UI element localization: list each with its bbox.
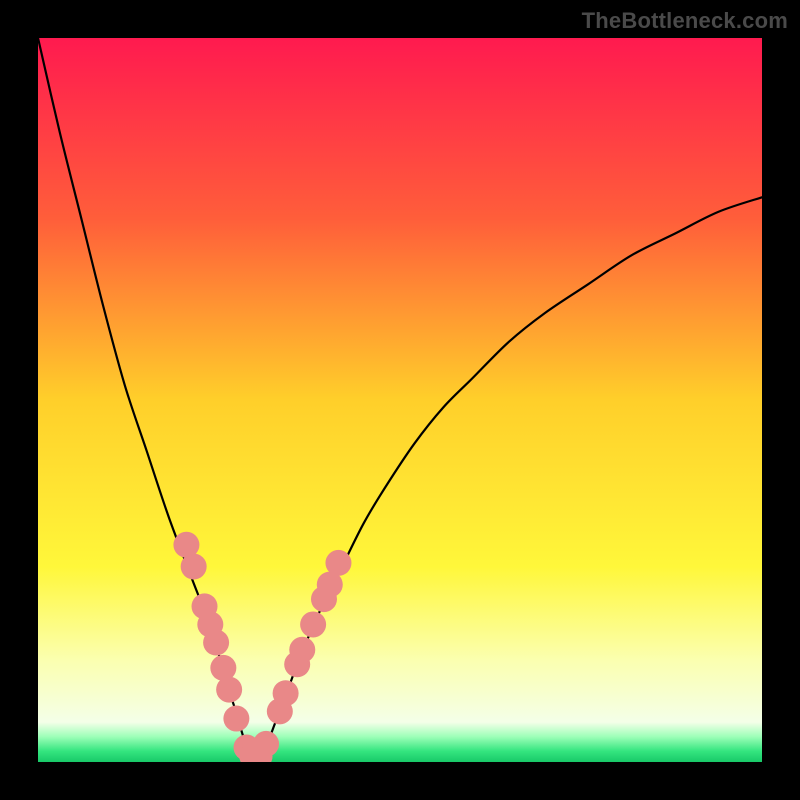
data-marker	[181, 554, 207, 580]
data-marker	[325, 550, 351, 576]
data-marker	[289, 637, 315, 663]
chart-frame: TheBottleneck.com	[0, 0, 800, 800]
data-marker	[203, 630, 229, 656]
data-marker	[273, 680, 299, 706]
chart-svg	[38, 38, 762, 762]
data-marker	[300, 611, 326, 637]
data-marker	[216, 677, 242, 703]
data-marker	[253, 731, 279, 757]
data-marker	[210, 655, 236, 681]
data-marker	[223, 706, 249, 732]
gradient-background	[38, 38, 762, 762]
watermark-text: TheBottleneck.com	[582, 8, 788, 34]
plot-area	[38, 38, 762, 762]
